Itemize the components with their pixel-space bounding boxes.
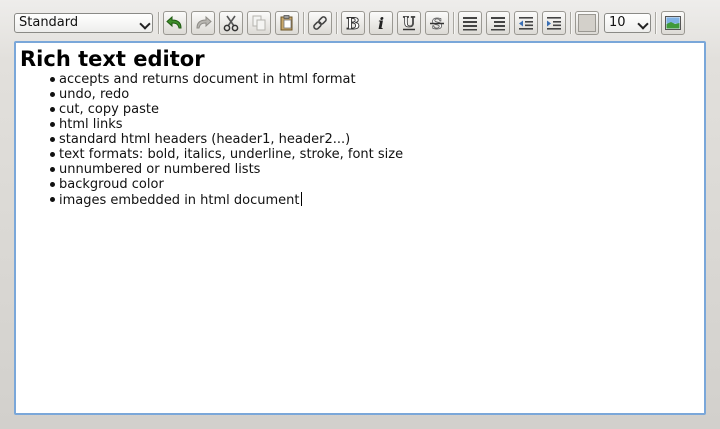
toolbar-separator (570, 12, 572, 34)
redo-button[interactable] (191, 11, 215, 35)
paste-icon (280, 15, 293, 31)
toolbar-separator (336, 12, 338, 34)
list-item: html links (50, 117, 700, 132)
chevron-down-icon (637, 18, 649, 30)
text-cursor (300, 192, 302, 206)
toolbar-separator (158, 12, 160, 34)
link-icon (313, 16, 327, 30)
italic-button[interactable]: i (369, 11, 393, 35)
list-item: cut, copy paste (50, 102, 700, 117)
bold-button[interactable]: B (341, 11, 365, 35)
svg-text:i: i (378, 14, 384, 32)
background-color-button[interactable] (575, 11, 599, 35)
bullet-list-icon (463, 17, 477, 31)
font-size-select[interactable]: 10 (604, 13, 651, 33)
list-item: backgroud color (50, 177, 700, 192)
cut-button[interactable] (219, 11, 243, 35)
copy-icon (252, 15, 266, 31)
chevron-down-icon (139, 18, 151, 30)
link-button[interactable] (308, 11, 332, 35)
font-size-value: 10 (609, 15, 626, 30)
strikethrough-icon: S (430, 15, 444, 32)
list-item-text: images embedded in html document (59, 193, 300, 208)
color-swatch-icon (578, 14, 596, 32)
paste-button[interactable] (275, 11, 299, 35)
bold-icon: B (346, 14, 360, 32)
undo-button[interactable] (163, 11, 187, 35)
insert-image-button[interactable] (661, 11, 685, 35)
list-item: unnumbered or numbered lists (50, 162, 700, 177)
list-item-last: images embedded in html document (50, 192, 700, 208)
ordered-list-button[interactable] (486, 11, 510, 35)
unordered-list-button[interactable] (458, 11, 482, 35)
numbered-list-icon (491, 17, 505, 31)
toolbar-separator (655, 12, 657, 34)
strikethrough-button[interactable]: S (425, 11, 449, 35)
list-item: accepts and returns document in html for… (50, 72, 700, 87)
toolbar-separator (453, 12, 455, 34)
list-item: undo, redo (50, 87, 700, 102)
indent-icon (547, 17, 561, 30)
undo-icon (166, 15, 182, 29)
copy-button[interactable] (247, 11, 271, 35)
paragraph-style-value: Standard (19, 15, 79, 30)
underline-icon: U (402, 15, 415, 32)
svg-text:U: U (403, 15, 415, 31)
redo-icon (196, 15, 212, 29)
editor-toolbar: Standard B i U S 10 (0, 11, 720, 37)
image-icon (665, 16, 681, 30)
list-item: standard html headers (header1, header2.… (50, 132, 700, 147)
paragraph-style-select[interactable]: Standard (14, 13, 153, 33)
list-item: text formats: bold, italics, underline, … (50, 147, 700, 162)
scissors-icon (223, 15, 239, 32)
rich-text-editor-area[interactable]: Rich text editor accepts and returns doc… (14, 41, 706, 415)
outdent-button[interactable] (514, 11, 538, 35)
italic-icon: i (378, 14, 384, 32)
document-heading: Rich text editor (20, 47, 205, 71)
outdent-icon (519, 17, 533, 30)
feature-list: accepts and returns document in html for… (20, 72, 700, 208)
svg-text:B: B (346, 14, 360, 32)
indent-button[interactable] (542, 11, 566, 35)
underline-button[interactable]: U (397, 11, 421, 35)
toolbar-separator (303, 12, 305, 34)
